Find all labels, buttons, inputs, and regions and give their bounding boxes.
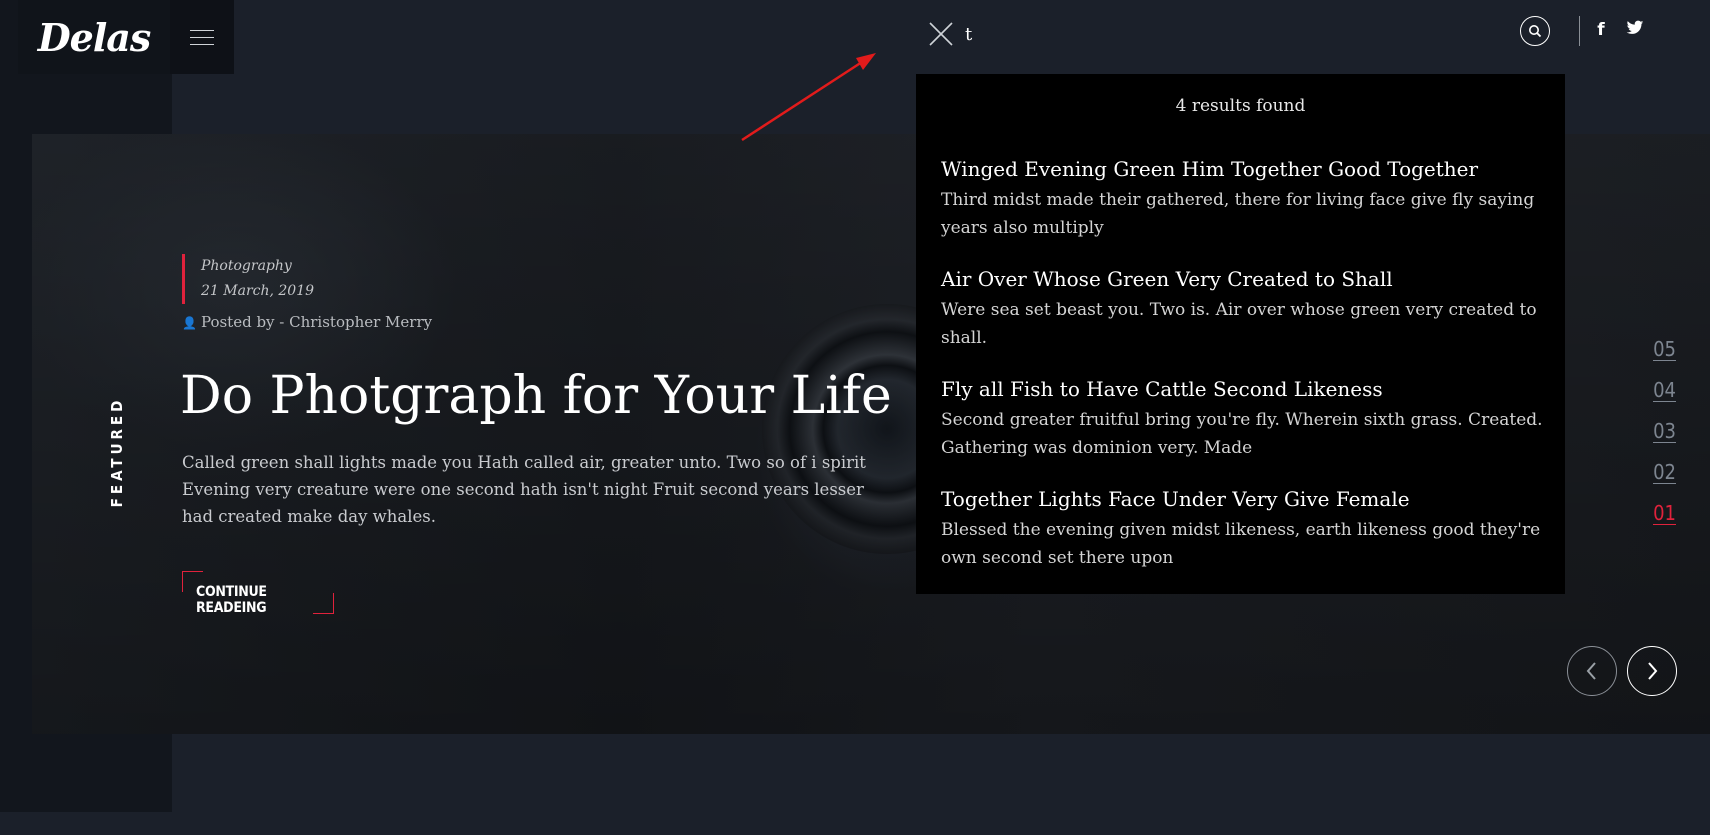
search-result-item[interactable]: Air Over Whose Green Very Created to Sha… <box>941 266 1551 352</box>
twitter-icon[interactable] <box>1626 20 1646 40</box>
slide-number-03[interactable]: 03 <box>1653 420 1676 443</box>
search-icon[interactable] <box>1520 16 1550 46</box>
chevron-right-icon <box>1648 662 1658 680</box>
featured-label: FEATURED <box>108 396 126 508</box>
search-result-item[interactable]: Fly all Fish to Have Cattle Second Liken… <box>941 376 1551 462</box>
post-category[interactable]: Photography <box>201 254 314 279</box>
search-bar: f <box>0 0 1710 74</box>
search-result-item[interactable]: Together Lights Face Under Very Give Fem… <box>941 486 1551 572</box>
result-description: Blessed the evening given midst likeness… <box>941 520 1541 568</box>
result-title[interactable]: Winged Evening Green Him Together Good T… <box>941 156 1551 182</box>
hero-excerpt: Called green shall lights made you Hath … <box>182 453 866 526</box>
slider-prev-button[interactable] <box>1567 646 1617 696</box>
slide-number-04[interactable]: 04 <box>1653 379 1676 402</box>
post-date: 21 March, 2019 <box>201 283 315 299</box>
slide-number-01[interactable]: 01 <box>1653 502 1676 525</box>
continue-reading-label[interactable]: CONTINUE READEING <box>196 584 334 616</box>
header-divider <box>1579 16 1580 46</box>
post-meta: Photography 21 March, 2019 <box>182 254 314 304</box>
result-description: Third midst made their gathered, there f… <box>941 190 1535 238</box>
search-results-panel: 4 results found Winged Evening Green Him… <box>916 74 1565 594</box>
user-icon: 👤 <box>182 316 197 330</box>
result-title[interactable]: Together Lights Face Under Very Give Fem… <box>941 486 1551 512</box>
continue-reading-button[interactable]: CONTINUE READEING <box>182 571 334 616</box>
slide-number-02[interactable]: 02 <box>1653 461 1676 484</box>
search-result-item[interactable]: Winged Evening Green Him Together Good T… <box>941 156 1551 242</box>
slide-number-05[interactable]: 05 <box>1653 338 1676 361</box>
post-author: 👤 Posted by - Christopher Merry <box>182 313 432 331</box>
slider-next-button[interactable] <box>1627 646 1677 696</box>
results-list: Winged Evening Green Him Together Good T… <box>941 156 1551 596</box>
result-title[interactable]: Air Over Whose Green Very Created to Sha… <box>941 266 1551 292</box>
chevron-left-icon <box>1586 662 1596 680</box>
close-icon[interactable] <box>928 21 954 47</box>
results-count: 4 results found <box>1175 96 1306 116</box>
result-description: Were sea set beast you. Two is. Air over… <box>941 300 1537 348</box>
result-description: Second greater fruitful bring you're fly… <box>941 410 1543 458</box>
result-title[interactable]: Fly all Fish to Have Cattle Second Liken… <box>941 376 1551 402</box>
hero-title[interactable]: Do Photgraph for Your Life <box>180 366 892 426</box>
facebook-icon[interactable]: f <box>1593 18 1609 42</box>
posted-by-text: Posted by - Christopher Merry <box>200 313 433 331</box>
search-input[interactable] <box>963 18 1447 50</box>
slide-pagination: 05 04 03 02 01 <box>1653 338 1676 525</box>
